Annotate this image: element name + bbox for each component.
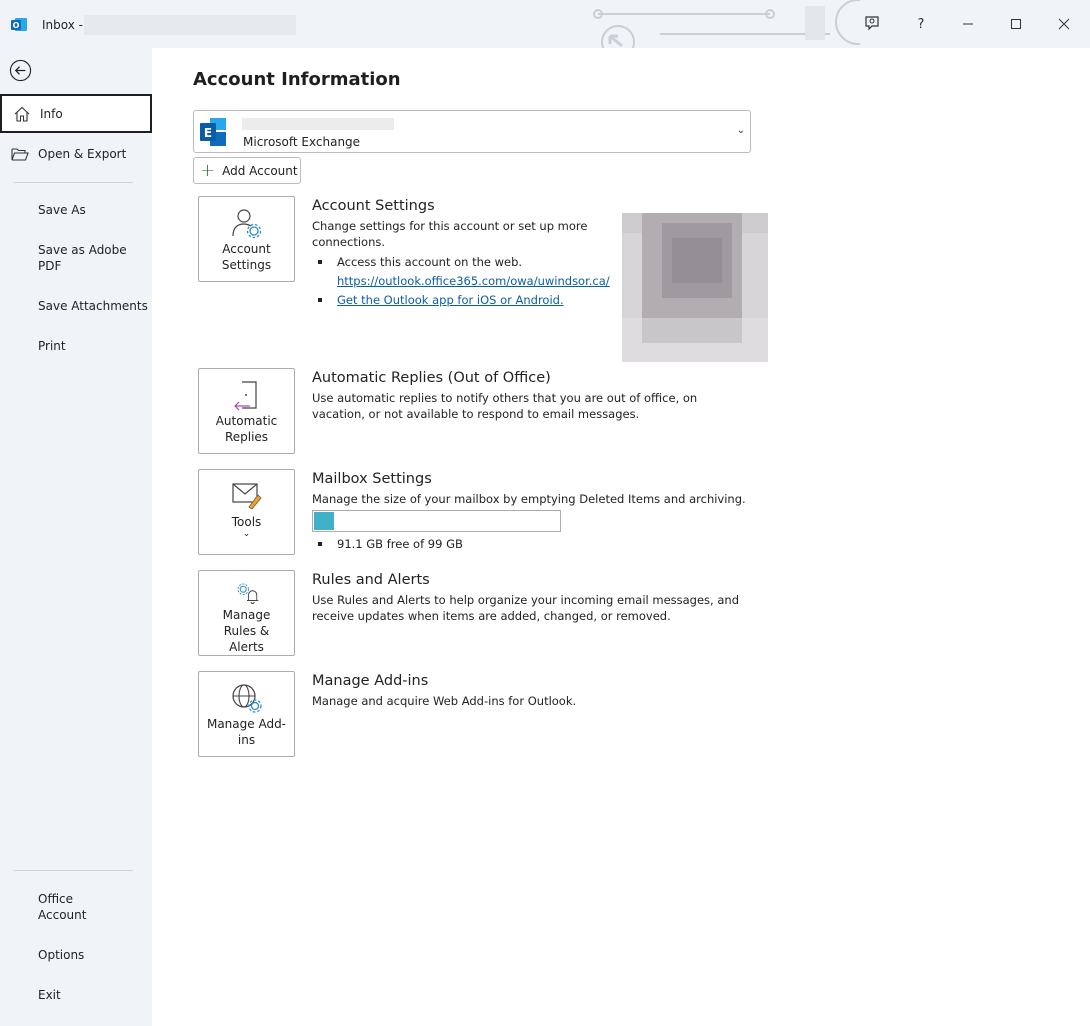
close-button[interactable] [1054,14,1074,34]
minimize-icon [963,23,973,25]
rules-alerts-icon [237,583,258,604]
automatic-replies-title: Automatic Replies (Out of Office) [312,370,551,386]
automatic-replies-icon [233,381,257,411]
mailbox-settings-title: Mailbox Settings [312,471,432,487]
add-account-label: Add Account [222,163,298,178]
manage-addins-label: Manage Add-ins [206,717,287,747]
nav-save-attachments[interactable]: Save Attachments [0,298,152,314]
automatic-replies-section: Automatic Replies (Out of Office) Use au… [312,368,752,422]
mailbox-settings-desc: Manage the size of your mailbox by empty… [312,492,746,506]
mailbox-settings-section: Mailbox Settings Manage the size of your… [312,469,752,554]
nav-options[interactable]: Options [0,947,152,963]
title-redacted-area [84,15,296,35]
nav-open-export[interactable]: Open & Export [0,144,152,164]
tools-label: Tools [231,515,262,529]
nav-save-adobe-label: Save as Adobe PDF [38,243,127,273]
feedback-icon [865,16,879,31]
automatic-replies-desc: Use automatic replies to notify others t… [312,391,698,421]
minimize-button[interactable] [958,14,978,34]
manage-rules-label: Manage Rules & Alerts [222,608,271,654]
nav-info[interactable]: Info [0,94,152,133]
nav-save-adobe-pdf[interactable]: Save as Adobe PDF [0,242,152,274]
nav-divider [14,182,133,183]
automatic-replies-label: Automatic Replies [215,414,278,444]
nav-divider [14,870,133,871]
outlook-app-icon: O [11,18,27,31]
nav-exit[interactable]: Exit [0,987,152,1003]
page-title: Account Information [193,69,401,90]
svg-text:E: E [204,126,212,140]
mailbox-tools-icon [231,483,262,510]
outlook-mobile-link[interactable]: Get the Outlook app for iOS or Android. [337,293,564,307]
plus-icon: + [200,159,216,181]
nav-options-label: Options [38,948,85,962]
tools-button[interactable]: Tools ⌄ [198,469,295,555]
account-settings-label: Account Settings [221,242,272,272]
account-settings-icon [231,209,261,239]
help-button[interactable]: ? [911,14,931,34]
manage-addins-desc: Manage and acquire Web Add-ins for Outlo… [312,694,577,708]
mailbox-quota-bar [312,510,561,532]
mailbox-quota-fill [314,512,334,530]
add-account-button[interactable]: + Add Account [193,157,301,184]
back-arrow-icon[interactable] [9,59,32,82]
nav-save-as-label: Save As [38,203,86,217]
account-type: Microsoft Exchange [243,135,361,149]
svg-text:O: O [13,21,20,30]
backstage-nav: Info Open & Export Save As Save as Adobe… [0,48,152,1026]
circuit-decoration [593,0,860,48]
nav-print[interactable]: Print [0,338,152,354]
folder-open-icon [11,145,29,163]
chevron-down-icon: ⌄ [242,529,251,539]
account-settings-button[interactable]: Account Settings [198,196,295,282]
account-dropdown[interactable]: E Microsoft Exchange ⌄ [193,110,751,153]
exchange-icon: E [200,118,226,146]
home-icon [13,105,31,123]
automatic-replies-button[interactable]: Automatic Replies [198,368,295,454]
nav-info-label: Info [40,106,63,121]
globe-gear-icon [231,684,262,713]
rules-alerts-section: Rules and Alerts Use Rules and Alerts to… [312,570,752,624]
account-settings-desc: Change settings for this account or set … [312,219,588,249]
owa-link[interactable]: https://outlook.office365.com/owa/uwinds… [337,274,610,288]
manage-addins-button[interactable]: Manage Add-ins [198,671,295,757]
window-title: Inbox - [42,18,83,32]
account-info-panel: Account Information E Microsoft Exchange… [152,48,1090,1026]
close-icon [1058,18,1070,30]
nav-save-as[interactable]: Save As [0,202,152,218]
nav-open-export-label: Open & Export [38,147,127,161]
maximize-icon [1011,19,1021,29]
nav-exit-label: Exit [38,988,61,1002]
rules-alerts-desc: Use Rules and Alerts to help organize yo… [312,593,739,623]
manage-addins-section: Manage Add-ins Manage and acquire Web Ad… [312,671,752,709]
manage-rules-button[interactable]: Manage Rules & Alerts [198,570,295,656]
nav-office-account-label: Office Account [38,892,87,922]
rules-alerts-title: Rules and Alerts [312,572,430,588]
feedback-button[interactable] [862,14,882,34]
nav-save-attachments-label: Save Attachments [38,299,148,313]
chevron-down-icon: ⌄ [736,125,745,136]
mailbox-free-space: 91.1 GB free of 99 GB [312,535,752,554]
maximize-button[interactable] [1006,14,1026,34]
nav-office-account[interactable]: Office Account [0,891,152,923]
account-name-redacted [242,118,394,130]
nav-print-label: Print [38,339,66,353]
profile-photo [622,213,768,362]
manage-addins-title: Manage Add-ins [312,673,429,689]
title-bar: O Inbox - ? [0,0,1090,48]
